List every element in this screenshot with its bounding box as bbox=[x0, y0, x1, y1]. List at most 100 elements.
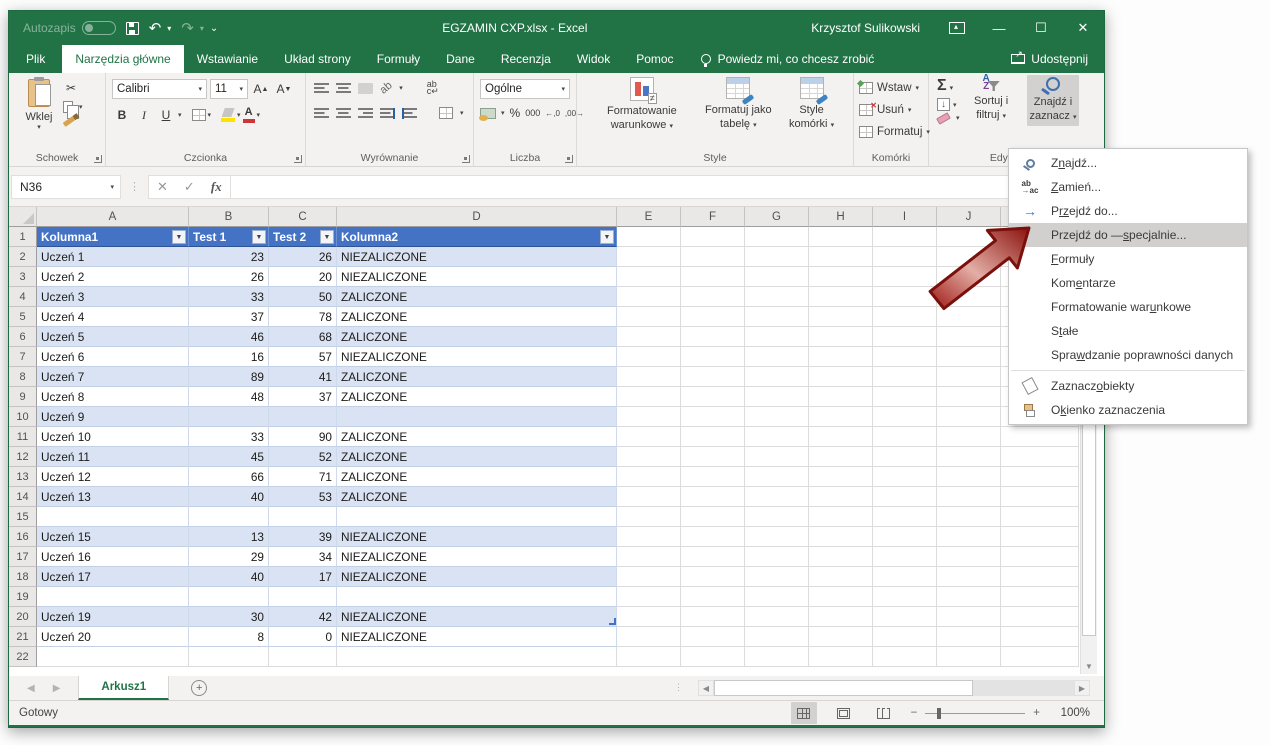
empty-cell[interactable] bbox=[745, 227, 809, 247]
table-header-cell[interactable]: Test 1▼ bbox=[189, 227, 269, 247]
row-header-9[interactable]: 9 bbox=[9, 387, 37, 407]
table-header-cell[interactable]: Kolumna1▼ bbox=[37, 227, 189, 247]
empty-cell[interactable] bbox=[937, 427, 1001, 447]
tab-narzedzia-glowne[interactable]: Narzędzia główne bbox=[62, 45, 183, 73]
empty-cell[interactable] bbox=[809, 267, 873, 287]
empty-cell[interactable] bbox=[681, 287, 745, 307]
table-cell[interactable]: NIEZALICZONE bbox=[337, 547, 617, 567]
menu-item-zaznacz-obiekty[interactable]: Zaznacz obiekty bbox=[1009, 374, 1247, 398]
empty-cell[interactable] bbox=[809, 587, 873, 607]
empty-cell[interactable] bbox=[937, 307, 1001, 327]
currency-icon[interactable] bbox=[480, 108, 496, 119]
row-header-22[interactable]: 22 bbox=[9, 647, 37, 667]
empty-cell[interactable] bbox=[617, 407, 681, 427]
table-cell[interactable]: Uczeń 4 bbox=[37, 307, 189, 327]
menu-item-sta-e[interactable]: Stałe bbox=[1009, 319, 1247, 343]
table-cell[interactable]: 71 bbox=[269, 467, 337, 487]
empty-cell[interactable] bbox=[681, 647, 745, 667]
table-cell[interactable]: 48 bbox=[189, 387, 269, 407]
zoom-out-icon[interactable]: − bbox=[911, 707, 918, 719]
row-header-5[interactable]: 5 bbox=[9, 307, 37, 327]
table-cell[interactable]: 78 bbox=[269, 307, 337, 327]
filter-dropdown-icon[interactable]: ▼ bbox=[600, 230, 614, 244]
wrap-text-icon[interactable]: abc↵ bbox=[427, 81, 439, 95]
table-resize-handle[interactable] bbox=[609, 618, 616, 625]
align-middle-icon[interactable] bbox=[336, 83, 351, 94]
empty-cell[interactable] bbox=[617, 607, 681, 627]
horizontal-scrollbar[interactable]: ◀ ▶ bbox=[698, 679, 1090, 697]
name-box[interactable]: N36▾ bbox=[11, 175, 121, 199]
merge-dropdown-icon[interactable]: ▾ bbox=[460, 109, 464, 117]
tab-uklad-strony[interactable]: Układ strony bbox=[271, 45, 364, 73]
empty-cell[interactable] bbox=[937, 487, 1001, 507]
row-header-15[interactable]: 15 bbox=[9, 507, 37, 527]
empty-cell[interactable] bbox=[617, 427, 681, 447]
column-header-I[interactable]: I bbox=[873, 207, 937, 227]
table-cell[interactable] bbox=[37, 507, 189, 527]
table-cell[interactable]: 40 bbox=[189, 487, 269, 507]
column-header-J[interactable]: J bbox=[937, 207, 1001, 227]
toggle-switch-icon[interactable] bbox=[82, 21, 116, 35]
table-cell[interactable] bbox=[269, 407, 337, 427]
empty-cell[interactable] bbox=[937, 367, 1001, 387]
row-header-2[interactable]: 2 bbox=[9, 247, 37, 267]
table-cell[interactable] bbox=[189, 407, 269, 427]
menu-item-zamie[interactable]: ab→acZamień... bbox=[1009, 175, 1247, 199]
empty-cell[interactable] bbox=[809, 607, 873, 627]
row-header-16[interactable]: 16 bbox=[9, 527, 37, 547]
empty-cell[interactable] bbox=[617, 487, 681, 507]
formula-input[interactable] bbox=[231, 175, 1101, 199]
row-header-20[interactable]: 20 bbox=[9, 607, 37, 627]
empty-cell[interactable] bbox=[745, 507, 809, 527]
format-painter-icon[interactable] bbox=[63, 116, 76, 127]
table-cell[interactable]: Uczeń 17 bbox=[37, 567, 189, 587]
align-center-icon[interactable] bbox=[336, 108, 351, 119]
row-header-18[interactable]: 18 bbox=[9, 567, 37, 587]
empty-cell[interactable] bbox=[681, 307, 745, 327]
align-left-icon[interactable] bbox=[314, 108, 329, 119]
empty-cell[interactable] bbox=[1001, 627, 1079, 647]
empty-cell[interactable] bbox=[745, 447, 809, 467]
empty-cell[interactable] bbox=[681, 607, 745, 627]
empty-cell[interactable] bbox=[1001, 447, 1079, 467]
column-header-E[interactable]: E bbox=[617, 207, 681, 227]
empty-cell[interactable] bbox=[809, 247, 873, 267]
align-right-icon[interactable] bbox=[358, 108, 373, 119]
empty-cell[interactable] bbox=[681, 327, 745, 347]
empty-cell[interactable] bbox=[873, 347, 937, 367]
empty-cell[interactable] bbox=[873, 307, 937, 327]
menu-item-przejd-do[interactable]: →Przejdź do... bbox=[1009, 199, 1247, 223]
empty-cell[interactable] bbox=[745, 567, 809, 587]
empty-cell[interactable] bbox=[873, 567, 937, 587]
empty-cell[interactable] bbox=[1001, 427, 1079, 447]
table-cell[interactable]: 33 bbox=[189, 427, 269, 447]
empty-cell[interactable] bbox=[809, 627, 873, 647]
tab-widok[interactable]: Widok bbox=[564, 45, 623, 73]
tell-me-box[interactable]: Powiedz mi, co chcesz zrobić bbox=[687, 45, 889, 73]
share-button[interactable]: Udostępnij bbox=[995, 45, 1104, 73]
empty-cell[interactable] bbox=[937, 347, 1001, 367]
minimize-button[interactable]: — bbox=[978, 11, 1020, 45]
empty-cell[interactable] bbox=[745, 647, 809, 667]
table-cell[interactable]: 42 bbox=[269, 607, 337, 627]
number-format-combo[interactable]: Ogólne▾ bbox=[480, 79, 570, 99]
empty-cell[interactable] bbox=[617, 347, 681, 367]
decrease-indent-icon[interactable] bbox=[380, 108, 395, 119]
empty-cell[interactable] bbox=[873, 487, 937, 507]
empty-cell[interactable] bbox=[617, 287, 681, 307]
table-cell[interactable]: Uczeń 10 bbox=[37, 427, 189, 447]
filter-dropdown-icon[interactable]: ▼ bbox=[320, 230, 334, 244]
cut-icon[interactable]: ✂ bbox=[63, 81, 79, 95]
table-cell[interactable]: 20 bbox=[269, 267, 337, 287]
empty-cell[interactable] bbox=[37, 647, 189, 667]
table-header-cell[interactable]: Test 2▼ bbox=[269, 227, 337, 247]
table-cell[interactable]: 46 bbox=[189, 327, 269, 347]
empty-cell[interactable] bbox=[873, 327, 937, 347]
tab-plik[interactable]: Plik bbox=[9, 45, 62, 73]
table-cell[interactable]: Uczeń 1 bbox=[37, 247, 189, 267]
empty-cell[interactable] bbox=[617, 627, 681, 647]
table-cell[interactable]: NIEZALICZONE bbox=[337, 247, 617, 267]
table-cell[interactable]: 30 bbox=[189, 607, 269, 627]
empty-cell[interactable] bbox=[617, 647, 681, 667]
format-as-table-button[interactable]: Formatuj jakotabelę ▾ bbox=[705, 77, 772, 132]
